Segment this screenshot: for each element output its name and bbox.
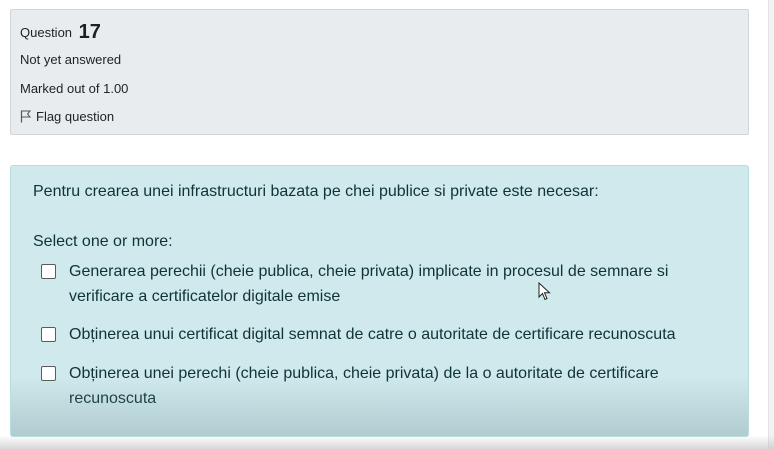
answer-label[interactable]: Generarea perechii (cheie publica, cheie…: [69, 259, 721, 309]
question-number-value: 17: [78, 21, 101, 43]
question-text: Pentru crearea unei infrastructuri bazat…: [33, 183, 599, 200]
mouse-pointer-icon: [538, 282, 551, 301]
answer-label[interactable]: Obținerea unui certificat digital semnat…: [69, 322, 676, 347]
answer-checkbox[interactable]: [41, 264, 56, 279]
answer-option[interactable]: Obținerea unui certificat digital semnat…: [41, 322, 721, 347]
answer-option[interactable]: Generarea perechii (cheie publica, cheie…: [41, 259, 721, 309]
answer-option[interactable]: Obținerea unei perechi (cheie publica, c…: [41, 361, 721, 411]
question-state: Not yet answered: [20, 52, 122, 67]
flag-icon: [20, 110, 31, 123]
answer-checkbox[interactable]: [41, 366, 56, 381]
question-number: Question 17: [20, 20, 101, 43]
question-grade: Marked out of 1.00: [20, 81, 129, 96]
page-scrollbar-edge: [768, 0, 774, 449]
answer-label[interactable]: Obținerea unei perechi (cheie publica, c…: [69, 361, 721, 411]
answer-prompt: Select one or more:: [33, 233, 173, 250]
question-label: Question: [20, 25, 73, 40]
bottom-shadow: [0, 435, 774, 449]
answer-checkbox[interactable]: [41, 327, 56, 342]
question-info-panel: Question 17 Not yet answered Marked out …: [10, 9, 749, 135]
flag-question-link[interactable]: Flag question: [20, 109, 114, 124]
flag-question-label: Flag question: [36, 109, 115, 124]
question-formulation: Pentru crearea unei infrastructuri bazat…: [10, 165, 749, 437]
